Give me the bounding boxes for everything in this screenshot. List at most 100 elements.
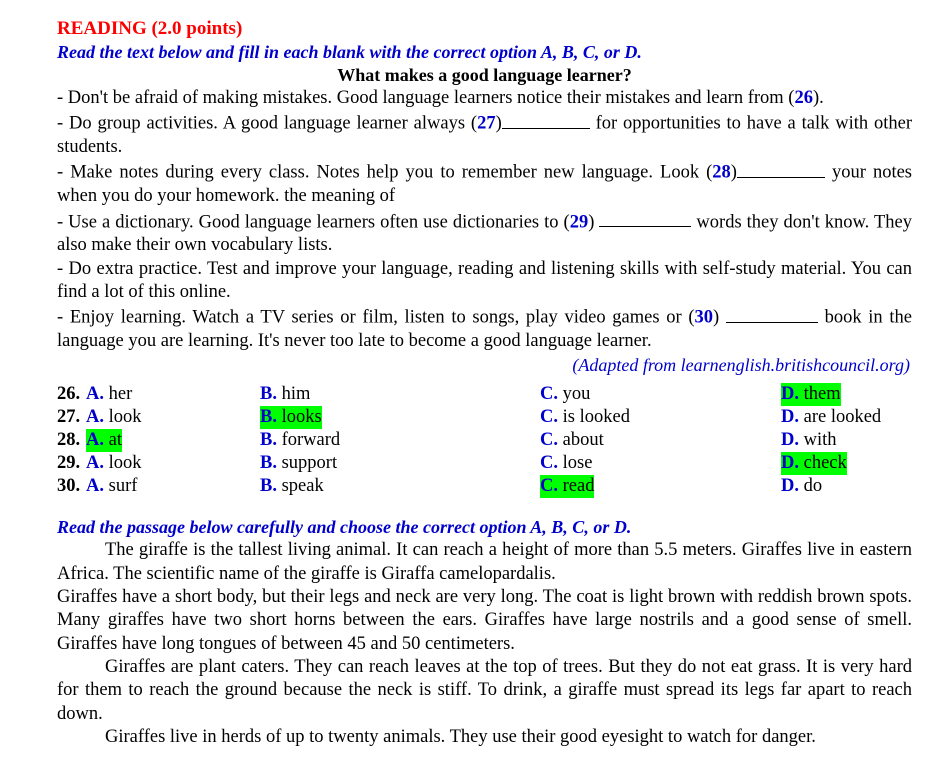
option-28-d[interactable]: D. with xyxy=(781,429,837,452)
giraffe-paragraph-3-text: Giraffes are plant caters. They can reac… xyxy=(57,656,912,724)
tip-paragraph-29: - Use a dictionary. Good language learne… xyxy=(57,209,912,258)
option-text: speak xyxy=(276,476,324,497)
option-letter: B. xyxy=(260,476,277,497)
option-29-c[interactable]: C. lose xyxy=(540,452,592,475)
giraffe-paragraph-4: Giraffes live in herds of up to twenty a… xyxy=(57,726,912,749)
option-27-a[interactable]: A. look xyxy=(86,406,142,429)
option-letter: C. xyxy=(540,453,558,474)
tip-28-text-before: - Make notes during every class. Notes h… xyxy=(57,163,713,184)
option-27-c[interactable]: C. is looked xyxy=(540,406,630,429)
reading-instruction-2: Read the passage below carefully and cho… xyxy=(57,517,632,538)
worksheet-page: READING (2.0 points) Read the text below… xyxy=(0,0,943,757)
option-text: look xyxy=(104,406,142,427)
option-29-b[interactable]: B. support xyxy=(260,452,337,475)
section-title: READING (2.0 points) xyxy=(57,18,243,39)
option-letter: C. xyxy=(540,476,558,497)
tip-26-text-before: - Don't be afraid of making mistakes. Go… xyxy=(57,88,795,108)
source-attribution: (Adapted from learnenglish.britishcounci… xyxy=(572,354,910,375)
option-29-d[interactable]: D. check xyxy=(781,452,847,476)
question-row-26: 26. A. her B. him C. you D. them xyxy=(57,382,912,406)
option-letter: C. xyxy=(540,429,558,450)
option-text: check xyxy=(799,453,847,474)
tip-26-text-after: ). xyxy=(812,88,824,108)
option-29-a[interactable]: A. look xyxy=(86,452,142,475)
question-number: 28. xyxy=(57,429,81,450)
option-text: forward xyxy=(276,429,341,450)
option-letter: A. xyxy=(86,453,104,474)
option-28-b[interactable]: B. forward xyxy=(260,429,340,452)
option-text: you xyxy=(558,383,591,404)
option-letter: C. xyxy=(540,406,558,427)
blank-number-30: 30 xyxy=(694,307,714,328)
option-text: read xyxy=(558,476,595,497)
option-letter: D. xyxy=(781,476,799,497)
tip-paragraph-30: - Enjoy learning. Watch a TV series or f… xyxy=(57,304,912,353)
tip-paragraph-28: - Make notes during every class. Notes h… xyxy=(57,159,912,208)
option-30-c[interactable]: C. read xyxy=(540,475,595,499)
option-letter: B. xyxy=(260,383,277,404)
option-text: lose xyxy=(558,453,593,474)
option-text: surf xyxy=(104,476,138,497)
blank-number-27: 27 xyxy=(477,113,496,134)
question-row-27: 27. A. look B. looks C. is looked D. are… xyxy=(57,405,912,429)
option-letter: A. xyxy=(86,383,104,404)
question-number: 30. xyxy=(57,476,81,497)
option-letter: A. xyxy=(86,406,104,427)
option-text: about xyxy=(558,429,604,450)
option-26-a[interactable]: A. her xyxy=(86,383,132,406)
option-text: them xyxy=(799,383,841,404)
tip-29-text-mid: ) xyxy=(588,212,600,233)
option-26-b[interactable]: B. him xyxy=(260,383,310,406)
option-text: looks xyxy=(276,406,322,427)
option-letter: B. xyxy=(260,453,277,474)
option-26-c[interactable]: C. you xyxy=(540,383,590,406)
passage-heading: What makes a good language learner? xyxy=(337,65,632,85)
answer-options-grid: 26. A. her B. him C. you D. them 27. A. … xyxy=(57,382,912,499)
option-27-b[interactable]: B. looks xyxy=(260,405,322,429)
reading-instruction-1: Read the text below and fill in each bla… xyxy=(57,42,642,62)
giraffe-paragraph-3: Giraffes are plant caters. They can reac… xyxy=(57,656,912,726)
option-text: are looked xyxy=(799,406,882,427)
answer-blank-28[interactable] xyxy=(736,159,825,179)
option-28-a[interactable]: A. at xyxy=(86,428,122,453)
option-text: her xyxy=(104,383,133,404)
giraffe-paragraph-2: Giraffes have a short body, but their le… xyxy=(57,587,912,654)
question-row-30: 30. A. surf B. speak C. read D. do xyxy=(57,475,912,499)
option-27-d[interactable]: D. are looked xyxy=(781,406,881,429)
question-number: 26. xyxy=(57,383,81,404)
tip-27-text-before: - Do group activities. A good language l… xyxy=(57,113,478,134)
tip-paragraph-26: - Don't be afraid of making mistakes. Go… xyxy=(57,87,912,110)
option-letter: A. xyxy=(86,476,104,497)
question-number: 29. xyxy=(57,453,81,474)
answer-blank-29[interactable] xyxy=(599,209,692,228)
option-letter: C. xyxy=(540,383,558,404)
giraffe-paragraph-4-text: Giraffes live in herds of up to twenty a… xyxy=(105,726,816,747)
option-letter: D. xyxy=(781,453,799,474)
option-letter: B. xyxy=(260,406,277,427)
document-content: READING (2.0 points) Read the text below… xyxy=(57,17,912,749)
option-letter: D. xyxy=(781,429,799,450)
option-letter: D. xyxy=(781,406,799,427)
option-text: at xyxy=(104,429,122,450)
tip-29-text-before: - Use a dictionary. Good language learne… xyxy=(57,212,570,233)
option-26-d[interactable]: D. them xyxy=(781,382,841,406)
option-30-a[interactable]: A. surf xyxy=(86,475,137,498)
option-30-b[interactable]: B. speak xyxy=(260,475,324,498)
option-30-d[interactable]: D. do xyxy=(781,475,822,498)
answer-blank-30[interactable] xyxy=(725,304,818,323)
option-letter: D. xyxy=(781,383,799,404)
option-letter: B. xyxy=(260,429,277,450)
giraffe-paragraph-1: The giraffe is the tallest living animal… xyxy=(57,539,912,586)
option-text: support xyxy=(276,453,338,474)
option-28-c[interactable]: C. about xyxy=(540,429,604,452)
option-text: is looked xyxy=(558,406,630,427)
question-number: 27. xyxy=(57,406,81,427)
tip-30-text-mid: ) xyxy=(713,307,726,328)
tip-30-text-before: - Enjoy learning. Watch a TV series or f… xyxy=(57,307,695,328)
option-text: do xyxy=(799,476,823,497)
option-letter: A. xyxy=(86,429,104,450)
tip-paragraph-27: - Do group activities. A good language l… xyxy=(57,110,912,159)
answer-blank-27[interactable] xyxy=(501,110,590,129)
blank-number-29: 29 xyxy=(569,212,589,233)
